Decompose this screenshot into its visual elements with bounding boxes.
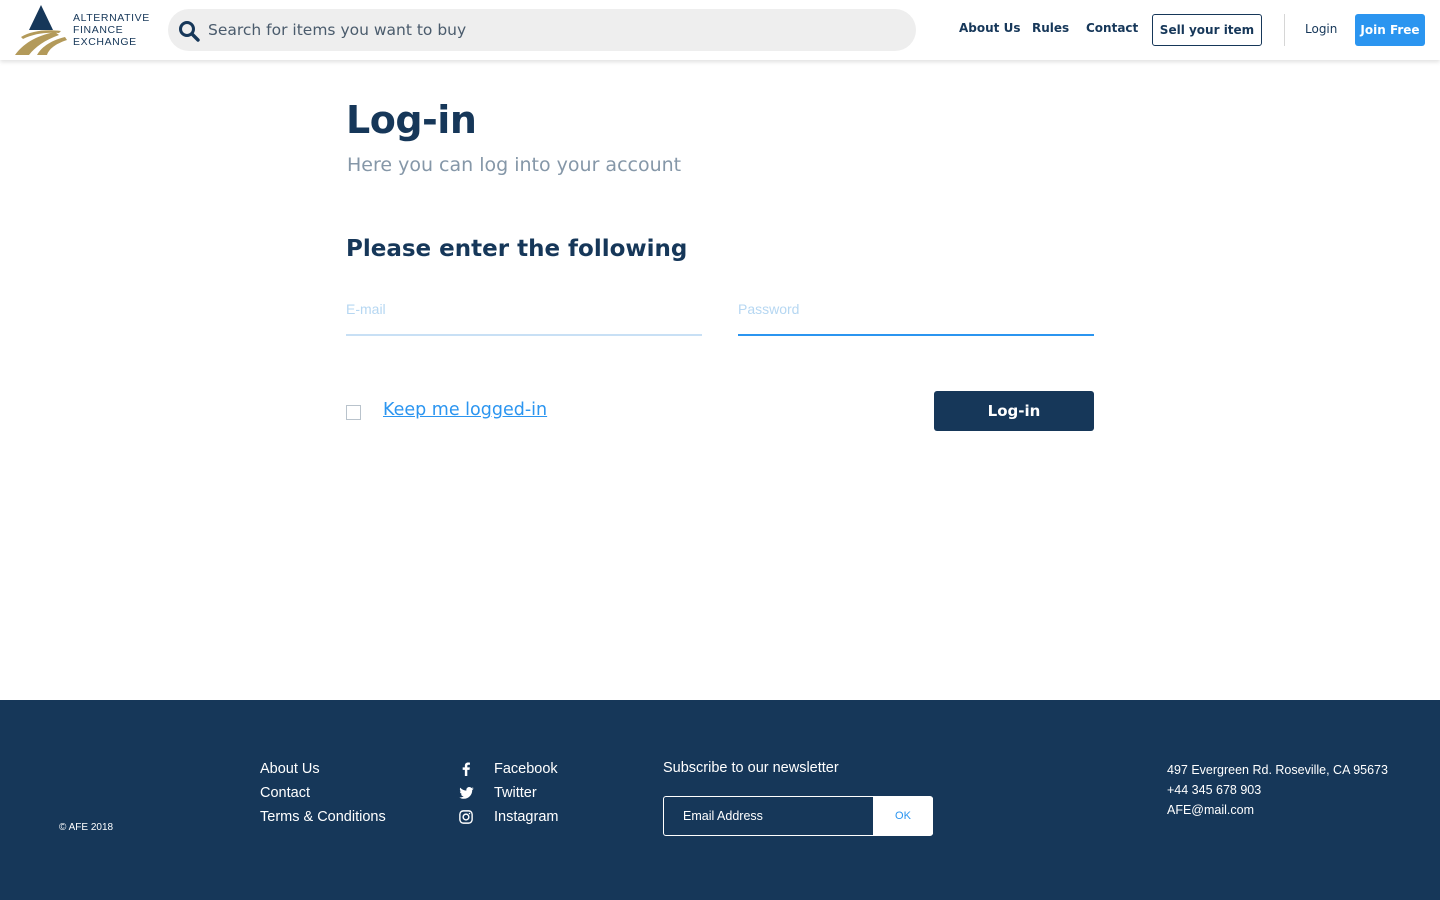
social-facebook[interactable]: Facebook <box>458 757 558 781</box>
nav-about-us[interactable]: About Us <box>959 21 1020 35</box>
nav-contact[interactable]: Contact <box>1086 21 1138 35</box>
join-free-button[interactable]: Join Free <box>1355 14 1425 46</box>
header-divider <box>1284 14 1285 46</box>
newsletter-ok-button[interactable]: OK <box>873 797 933 835</box>
email-input[interactable] <box>346 296 702 334</box>
facebook-icon <box>458 761 474 777</box>
social-twitter[interactable]: Twitter <box>458 781 558 805</box>
social-instagram[interactable]: Instagram <box>458 805 558 829</box>
password-field <box>738 296 1094 336</box>
social-label: Twitter <box>494 785 537 801</box>
copyright: © AFE 2018 <box>59 822 114 833</box>
sell-item-button[interactable]: Sell your item <box>1152 14 1262 46</box>
keep-logged-in-checkbox[interactable] <box>346 405 361 420</box>
contact-address: 497 Evergreen Rd. Roseville, CA 95673 <box>1167 763 1388 777</box>
password-input[interactable] <box>738 296 1094 334</box>
search-input[interactable] <box>208 9 898 51</box>
logo-text: ALTERNATIVE FINANCE EXCHANGE <box>73 12 150 48</box>
footer-links: About Us Contact Terms & Conditions <box>260 757 386 829</box>
nav-rules[interactable]: Rules <box>1032 21 1069 35</box>
search-bar <box>168 9 916 51</box>
section-heading: Please enter the following <box>346 236 688 262</box>
site-header: ALTERNATIVE FINANCE EXCHANGE About Us Ru… <box>0 0 1440 60</box>
contact-phone: +44 345 678 903 <box>1167 783 1262 797</box>
logo-line-2: FINANCE <box>73 24 124 36</box>
page-title: Log-in <box>346 98 477 142</box>
social-label: Facebook <box>494 761 558 777</box>
footer-link-about-us[interactable]: About Us <box>260 757 386 781</box>
logo-line-1: ALTERNATIVE <box>73 12 150 24</box>
twitter-icon <box>458 785 474 801</box>
newsletter-form: OK <box>663 796 933 836</box>
email-field <box>346 296 702 336</box>
footer-link-contact[interactable]: Contact <box>260 781 386 805</box>
logo-icon <box>15 5 67 55</box>
contact-info: 497 Evergreen Rd. Roseville, CA 95673 +4… <box>1167 760 1388 820</box>
newsletter-email-input[interactable] <box>664 797 872 835</box>
footer-link-terms[interactable]: Terms & Conditions <box>260 805 386 829</box>
page-subtitle: Here you can log into your account <box>347 154 682 176</box>
contact-email[interactable]: AFE@mail.com <box>1167 800 1388 820</box>
social-label: Instagram <box>494 809 559 825</box>
instagram-icon <box>458 809 474 825</box>
logo-line-3: EXCHANGE <box>73 36 137 48</box>
keep-logged-in-label[interactable]: Keep me logged-in <box>383 400 547 420</box>
social-links: Facebook Twitter Instagram <box>458 757 558 829</box>
site-footer: © AFE 2018 About Us Contact Terms & Cond… <box>0 700 1440 900</box>
logo[interactable]: ALTERNATIVE FINANCE EXCHANGE <box>15 4 150 56</box>
search-icon[interactable] <box>178 20 200 42</box>
login-link[interactable]: Login <box>1305 22 1337 36</box>
login-button[interactable]: Log-in <box>934 391 1094 431</box>
newsletter-title: Subscribe to our newsletter <box>663 760 839 776</box>
